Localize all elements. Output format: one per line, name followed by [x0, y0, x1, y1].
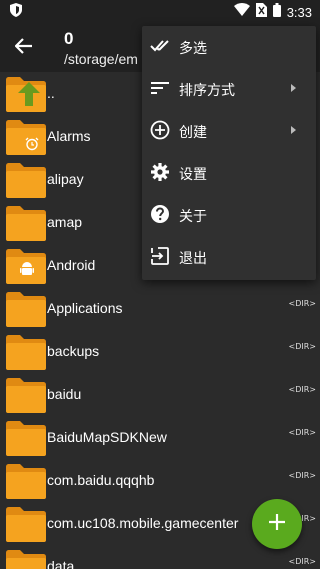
up-arrow-icon	[18, 82, 40, 111]
file-name: data	[47, 558, 75, 569]
file-name: com.baidu.qqqhb	[47, 472, 155, 488]
menu-item-about[interactable]: 关于	[142, 194, 316, 236]
folder-icon	[6, 205, 46, 241]
file-name: ..	[47, 85, 55, 101]
menu-label: 创建	[179, 124, 207, 140]
add-fab-button[interactable]	[252, 499, 302, 549]
file-name: Android	[47, 257, 96, 273]
overflow-menu: 多选 排序方式 创建 设置 关于 退出	[142, 26, 316, 280]
list-item-baidu[interactable]: baidu <DIR>	[0, 373, 320, 416]
folder-icon	[6, 549, 46, 569]
menu-label: 设置	[179, 166, 207, 182]
exit-icon	[150, 246, 170, 266]
current-path: /storage/em	[64, 51, 138, 67]
menu-item-sort[interactable]: 排序方式	[142, 68, 316, 110]
gear-icon	[150, 162, 170, 182]
folder-icon	[6, 162, 46, 198]
dir-tag: <DIR>	[288, 428, 316, 437]
double-check-icon	[150, 36, 170, 56]
dir-tag: <DIR>	[288, 342, 316, 351]
menu-label: 关于	[179, 208, 207, 224]
alarm-clock-icon	[25, 137, 39, 156]
menu-item-settings[interactable]: 设置	[142, 152, 316, 194]
page-title: 0	[64, 29, 74, 48]
back-button[interactable]	[10, 34, 38, 62]
list-item-baidumapsdknew[interactable]: BaiduMapSDKNew <DIR>	[0, 416, 320, 459]
dir-tag: <DIR>	[288, 557, 316, 566]
folder-icon	[6, 420, 46, 456]
submenu-arrow-icon	[291, 126, 296, 134]
folder-icon	[6, 291, 46, 327]
android-icon	[20, 261, 34, 282]
menu-label: 退出	[179, 250, 207, 266]
file-name: alipay	[47, 171, 84, 187]
shield-icon	[10, 2, 22, 22]
battery-icon	[272, 2, 281, 22]
file-name: Applications	[47, 300, 123, 316]
menu-item-multiselect[interactable]: 多选	[142, 26, 316, 68]
no-sim-icon	[255, 2, 267, 22]
dir-tag: <DIR>	[288, 385, 316, 394]
dir-tag: <DIR>	[288, 299, 316, 308]
menu-item-create[interactable]: 创建	[142, 110, 316, 152]
folder-icon	[6, 334, 46, 370]
file-name: backups	[47, 343, 100, 359]
file-name: BaiduMapSDKNew	[47, 429, 167, 445]
submenu-arrow-icon	[291, 84, 296, 92]
file-name: baidu	[47, 386, 82, 402]
plus-icon	[269, 513, 285, 535]
list-item-com-baidu-qqqhb[interactable]: com.baidu.qqqhb <DIR>	[0, 459, 320, 502]
file-name: amap	[47, 214, 83, 230]
list-item-backups[interactable]: backups <DIR>	[0, 330, 320, 373]
folder-icon	[6, 377, 46, 413]
menu-label: 排序方式	[179, 82, 235, 98]
help-icon	[150, 204, 170, 224]
file-name: Alarms	[47, 128, 91, 144]
folder-icon	[6, 463, 46, 499]
add-circle-icon	[150, 120, 170, 140]
file-name: com.uc108.mobile.gamecenter	[47, 515, 239, 531]
dir-tag: <DIR>	[288, 471, 316, 480]
arrow-back-icon	[14, 37, 33, 59]
wifi-icon	[233, 3, 250, 21]
folder-icon	[6, 506, 46, 542]
list-item-applications[interactable]: Applications <DIR>	[0, 287, 320, 330]
menu-label: 多选	[179, 40, 207, 56]
sort-icon	[150, 78, 170, 98]
status-time: 3:33	[286, 4, 312, 20]
menu-item-exit[interactable]: 退出	[142, 236, 316, 278]
status-bar: 3:33	[0, 0, 320, 24]
